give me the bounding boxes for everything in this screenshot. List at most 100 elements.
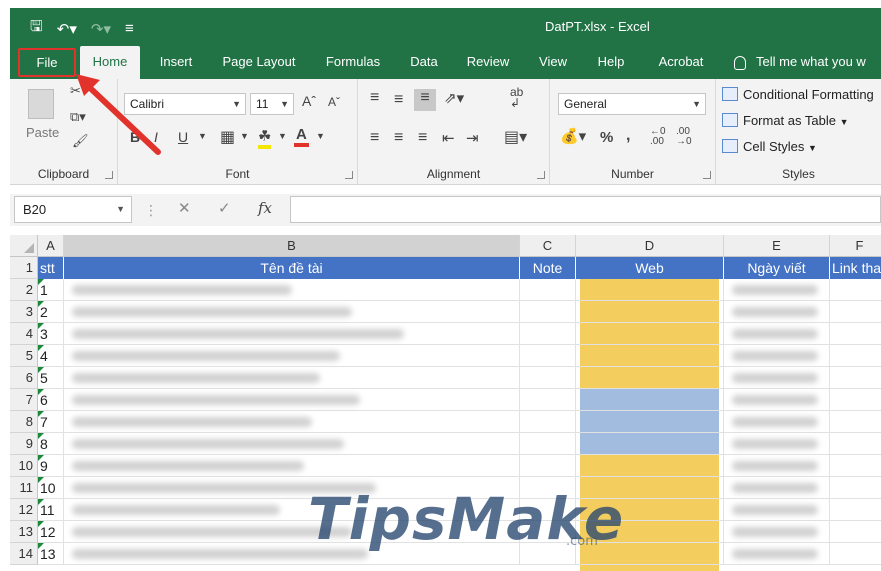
alignment-launcher[interactable] bbox=[537, 171, 545, 179]
link-cell[interactable] bbox=[830, 433, 881, 455]
note-cell[interactable] bbox=[520, 389, 576, 411]
link-cell[interactable] bbox=[830, 323, 881, 345]
stt-cell[interactable]: 10 bbox=[38, 477, 64, 499]
borders-icon[interactable]: ▦ bbox=[220, 127, 235, 147]
stt-cell[interactable]: 12 bbox=[38, 521, 64, 543]
note-cell[interactable] bbox=[520, 279, 576, 301]
header-cell-title[interactable]: Tên đề tài bbox=[64, 257, 520, 279]
percent-style-button[interactable]: % bbox=[600, 129, 613, 146]
link-cell[interactable] bbox=[830, 477, 881, 499]
font-launcher[interactable] bbox=[345, 171, 353, 179]
align-right-icon[interactable]: ≡ bbox=[418, 129, 427, 147]
row-header[interactable]: 8 bbox=[10, 411, 38, 433]
column-header-f[interactable]: F bbox=[830, 235, 881, 257]
merge-center-icon[interactable]: ▤▾ bbox=[504, 127, 527, 147]
row-header[interactable]: 11 bbox=[10, 477, 38, 499]
stt-cell[interactable]: 8 bbox=[38, 433, 64, 455]
redo-icon[interactable]: ↷▾ bbox=[91, 20, 111, 38]
stt-cell[interactable]: 13 bbox=[38, 543, 64, 565]
note-cell[interactable] bbox=[520, 323, 576, 345]
font-size-dropdown[interactable]: 11 ▼ bbox=[250, 93, 294, 115]
link-cell[interactable] bbox=[830, 367, 881, 389]
name-box[interactable]: B20 ▼ bbox=[14, 196, 132, 223]
row-header[interactable]: 9 bbox=[10, 433, 38, 455]
increase-decimal-icon[interactable]: ←0.00 bbox=[650, 127, 666, 147]
link-cell[interactable] bbox=[830, 301, 881, 323]
tab-view[interactable]: View bbox=[532, 46, 574, 79]
comma-style-button[interactable]: , bbox=[626, 127, 630, 145]
conditional-formatting-button[interactable]: Conditional Formatting bbox=[722, 87, 874, 102]
stt-cell[interactable]: 1 bbox=[38, 279, 64, 301]
link-cell[interactable] bbox=[830, 455, 881, 477]
chevron-down-icon[interactable]: ▼ bbox=[116, 197, 125, 222]
decrease-indent-icon[interactable]: ⇤ bbox=[442, 129, 455, 147]
orientation-icon[interactable]: ⇗▾ bbox=[444, 89, 464, 107]
increase-indent-icon[interactable]: ⇥ bbox=[466, 129, 479, 147]
header-cell-note[interactable]: Note bbox=[520, 257, 576, 279]
stt-cell[interactable]: 9 bbox=[38, 455, 64, 477]
link-cell[interactable] bbox=[830, 279, 881, 301]
bold-button[interactable]: B bbox=[130, 129, 140, 145]
row-header[interactable]: 12 bbox=[10, 499, 38, 521]
header-cell-web[interactable]: Web bbox=[576, 257, 724, 279]
note-cell[interactable] bbox=[520, 455, 576, 477]
web-cell[interactable] bbox=[576, 411, 724, 433]
cancel-entry-icon[interactable]: ✕ bbox=[178, 199, 191, 217]
confirm-entry-icon[interactable]: ✓ bbox=[218, 199, 231, 217]
link-cell[interactable] bbox=[830, 521, 881, 543]
stt-cell[interactable]: 6 bbox=[38, 389, 64, 411]
wrap-text-icon[interactable]: ab ↲ bbox=[510, 86, 523, 109]
web-cell[interactable] bbox=[576, 323, 724, 345]
align-left-icon[interactable]: ≡ bbox=[370, 129, 379, 147]
note-cell[interactable] bbox=[520, 433, 576, 455]
font-name-dropdown[interactable]: Calibri ▼ bbox=[124, 93, 246, 115]
number-format-dropdown[interactable]: General ▼ bbox=[558, 93, 706, 115]
web-cell[interactable] bbox=[576, 279, 724, 301]
note-cell[interactable] bbox=[520, 345, 576, 367]
align-center-icon[interactable]: ≡ bbox=[394, 129, 403, 147]
fill-color-dropdown-icon[interactable]: ▼ bbox=[278, 131, 287, 141]
header-cell-date[interactable]: Ngày viết bbox=[724, 257, 830, 279]
tab-file[interactable]: File bbox=[18, 48, 76, 77]
middle-align-icon[interactable]: ≡ bbox=[394, 91, 403, 109]
row-header[interactable]: 6 bbox=[10, 367, 38, 389]
link-cell[interactable] bbox=[830, 411, 881, 433]
web-cell[interactable] bbox=[576, 301, 724, 323]
format-painter-icon[interactable]: 🖌 bbox=[72, 133, 89, 149]
row-header[interactable]: 7 bbox=[10, 389, 38, 411]
formula-input[interactable] bbox=[290, 196, 881, 223]
font-color-dropdown-icon[interactable]: ▼ bbox=[316, 131, 325, 141]
format-as-table-button[interactable]: Format as Table ▼ bbox=[722, 113, 849, 128]
web-cell[interactable] bbox=[576, 367, 724, 389]
copy-icon[interactable]: ⧉▾ bbox=[70, 109, 86, 125]
stt-cell[interactable]: 7 bbox=[38, 411, 64, 433]
note-cell[interactable] bbox=[520, 411, 576, 433]
link-cell[interactable] bbox=[830, 499, 881, 521]
column-header-d[interactable]: D bbox=[576, 235, 724, 257]
underline-button[interactable]: U bbox=[178, 129, 188, 145]
clipboard-icon[interactable] bbox=[28, 89, 54, 119]
tab-formulas[interactable]: Formulas bbox=[316, 46, 390, 79]
cut-icon[interactable]: ✂ bbox=[70, 83, 81, 99]
paste-button[interactable]: Paste bbox=[26, 125, 59, 140]
grow-font-button[interactable]: Aˆ bbox=[302, 93, 316, 109]
clipboard-launcher[interactable] bbox=[105, 171, 113, 179]
tab-acrobat[interactable]: Acrobat bbox=[646, 46, 716, 79]
accounting-format-icon[interactable]: 💰▾ bbox=[560, 127, 586, 145]
link-cell[interactable] bbox=[830, 543, 881, 565]
decrease-decimal-icon[interactable]: .00 →0 bbox=[676, 127, 692, 147]
stt-cell[interactable]: 4 bbox=[38, 345, 64, 367]
tab-data[interactable]: Data bbox=[402, 46, 446, 79]
column-header-e[interactable]: E bbox=[724, 235, 830, 257]
font-color-icon[interactable]: A bbox=[294, 126, 309, 147]
web-cell[interactable] bbox=[576, 455, 724, 477]
save-icon[interactable]: 🖫 bbox=[30, 16, 43, 41]
row-header[interactable]: 4 bbox=[10, 323, 38, 345]
tab-home[interactable]: Home bbox=[80, 46, 140, 79]
undo-icon[interactable]: ↶▾ bbox=[57, 20, 77, 38]
row-header[interactable]: 13 bbox=[10, 521, 38, 543]
row-header[interactable]: 2 bbox=[10, 279, 38, 301]
fill-color-icon[interactable]: ☘ bbox=[258, 127, 272, 149]
tab-help[interactable]: Help bbox=[590, 46, 632, 79]
borders-dropdown-icon[interactable]: ▼ bbox=[240, 131, 249, 141]
